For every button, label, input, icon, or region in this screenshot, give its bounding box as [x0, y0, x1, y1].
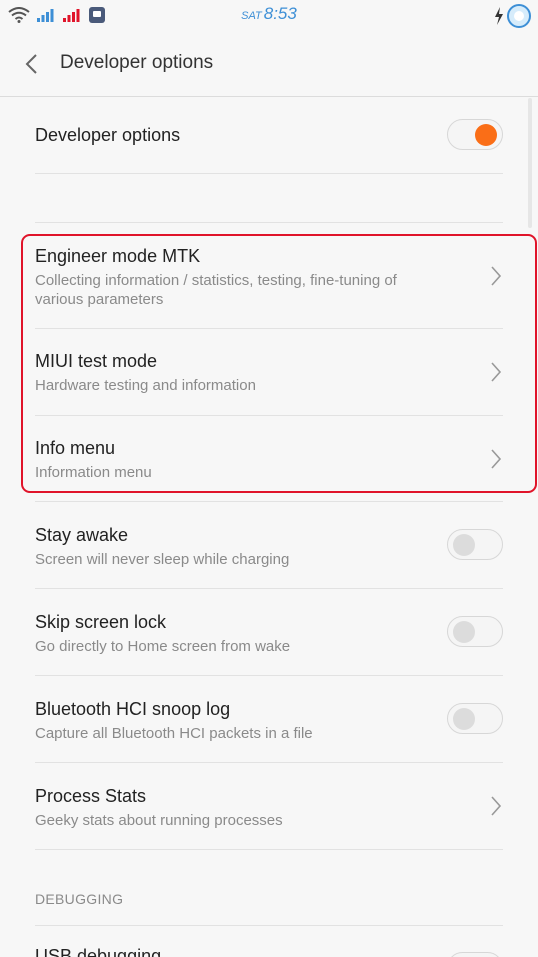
item-subtitle: Geeky stats about running processes: [35, 812, 283, 829]
app-header: Developer options: [0, 30, 538, 97]
list-item-process-stats[interactable]: Process Stats Geeky stats about running …: [35, 763, 503, 849]
item-title: Info menu: [35, 438, 116, 458]
chevron-right-icon: [491, 266, 502, 286]
toggle-knob: [453, 534, 475, 556]
status-icons-right: [494, 3, 532, 29]
item-subtitle: Screen will never sleep while charging: [35, 551, 290, 568]
item-subtitle: Collecting information / statistics, tes…: [35, 272, 397, 289]
page-title: Developer options: [60, 52, 214, 73]
item-subtitle: various parameters: [35, 291, 164, 308]
toggle-knob: [453, 621, 475, 643]
developer-options-label: Developer options: [35, 125, 181, 145]
item-title: Process Stats: [35, 786, 147, 806]
item-title: Engineer mode MTK: [35, 246, 201, 266]
bluetooth-hci-toggle[interactable]: [447, 703, 503, 734]
status-clock: 8:53: [263, 4, 297, 23]
list-item-bluetooth-hci[interactable]: Bluetooth HCI snoop log Capture all Blue…: [35, 676, 503, 762]
section-header-debugging: DEBUGGING: [35, 891, 124, 907]
developer-options-toggle[interactable]: [447, 119, 503, 150]
item-title: Stay awake: [35, 525, 129, 545]
item-subtitle: Information menu: [35, 464, 152, 481]
item-title: USB debugging: [35, 946, 162, 957]
status-time: SAT 8:53: [0, 4, 538, 24]
divider: [35, 173, 503, 174]
chevron-left-icon: [25, 54, 37, 74]
list-item-skip-screen-lock[interactable]: Skip screen lock Go directly to Home scr…: [35, 589, 503, 675]
stay-awake-toggle[interactable]: [447, 529, 503, 560]
item-title: Bluetooth HCI snoop log: [35, 699, 231, 719]
item-subtitle: Go directly to Home screen from wake: [35, 638, 291, 655]
developer-options-row[interactable]: Developer options: [35, 98, 503, 173]
list-item-engineer-mode[interactable]: Engineer mode MTK Collecting information…: [35, 236, 503, 328]
battery-icon: [507, 4, 531, 28]
back-button[interactable]: [18, 50, 46, 78]
item-subtitle: Hardware testing and information: [35, 377, 256, 394]
status-day: SAT: [241, 10, 262, 22]
item-title: Skip screen lock: [35, 612, 167, 632]
list-item-usb-debugging[interactable]: USB debugging: [35, 926, 503, 957]
toggle-knob: [475, 124, 497, 146]
toggle-knob: [453, 708, 475, 730]
status-bar: SAT 8:53: [0, 0, 538, 30]
divider: [35, 849, 503, 850]
divider: [35, 222, 503, 223]
list-item-miui-test-mode[interactable]: MIUI test mode Hardware testing and info…: [35, 329, 503, 415]
item-title: MIUI test mode: [35, 351, 158, 371]
list-item-info-menu[interactable]: Info menu Information menu: [35, 416, 503, 492]
charging-icon: [495, 7, 503, 25]
list-item-stay-awake[interactable]: Stay awake Screen will never sleep while…: [35, 502, 503, 588]
chevron-right-icon: [491, 796, 502, 816]
chevron-right-icon: [491, 362, 502, 382]
scrollbar[interactable]: [528, 98, 532, 228]
item-subtitle: Capture all Bluetooth HCI packets in a f…: [35, 725, 313, 742]
chevron-right-icon: [491, 449, 502, 469]
skip-screen-lock-toggle[interactable]: [447, 616, 503, 647]
usb-debugging-toggle[interactable]: [447, 952, 503, 957]
